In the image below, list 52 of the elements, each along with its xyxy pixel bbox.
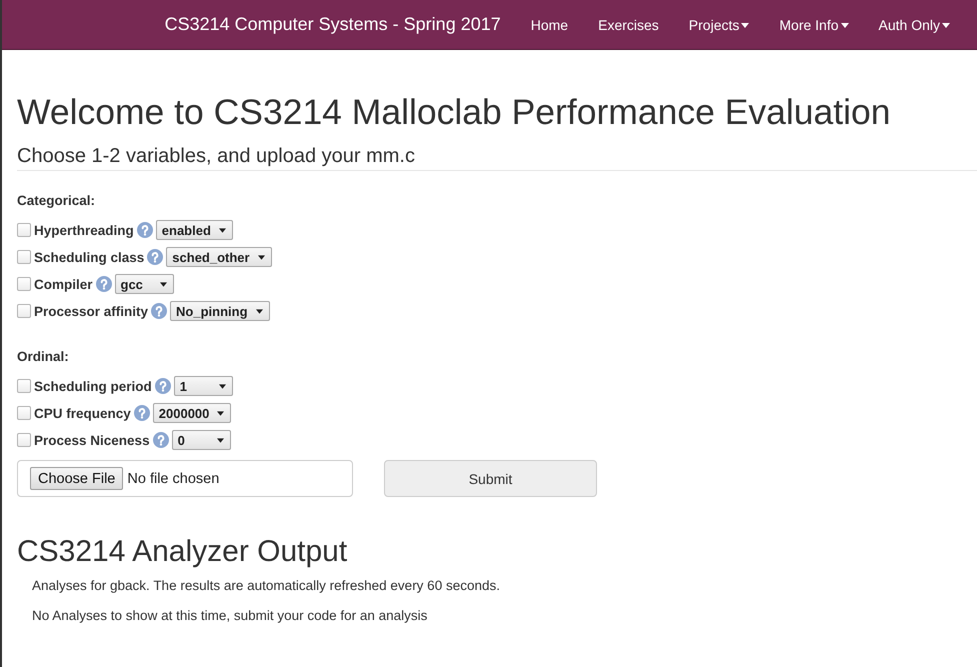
- nav-link[interactable]: Home: [516, 16, 584, 32]
- variable-label: CPU frequency: [34, 406, 131, 420]
- nav-link[interactable]: Exercises: [583, 16, 674, 32]
- nav-link[interactable]: Projects: [674, 16, 764, 32]
- help-icon[interactable]: [147, 249, 164, 265]
- dropdown-select[interactable]: 1: [174, 376, 233, 396]
- checkbox[interactable]: [17, 277, 31, 291]
- help-icon[interactable]: [152, 432, 169, 448]
- status-message: Analyses for gback. The results are automatically refreshed every 60 seconds.: [32, 577, 501, 595]
- help-icon[interactable]: [151, 303, 168, 319]
- variable-label: Process Niceness: [34, 432, 150, 448]
- caret-icon: [216, 438, 224, 442]
- page-title: Welcome to CS3214 Malloclab Performance Evaluation: [17, 92, 892, 132]
- checkbox[interactable]: [17, 406, 31, 420]
- section-heading: Categorical:: [17, 192, 96, 210]
- help-icon[interactable]: [134, 405, 150, 421]
- site-title-link[interactable]: CS3214 Computer Systems - Spring 2017: [150, 14, 516, 35]
- caret-icon: [256, 308, 263, 314]
- caret-icon: [258, 254, 265, 260]
- page-subtitle: Choose 1-2 variables, and upload your mm.c: [17, 145, 416, 167]
- checkbox[interactable]: [17, 304, 31, 318]
- choose-file-button[interactable]: Choose File: [30, 467, 124, 490]
- dropdown-select[interactable]: sched_other: [166, 247, 272, 267]
- dropdown-select[interactable]: 2000000: [152, 403, 232, 423]
- file-input-field[interactable]: Choose File No file chosen: [17, 460, 353, 497]
- caret-icon: [218, 228, 226, 232]
- caret-icon: [217, 410, 224, 416]
- help-icon[interactable]: [96, 276, 112, 292]
- dropdown-select[interactable]: gcc: [114, 274, 174, 294]
- variable-label: Hyperthreading: [34, 222, 134, 238]
- caret-icon: [218, 384, 226, 388]
- status-message: No Analyses to show at this time, submit your code for an analysis: [32, 607, 428, 625]
- section-title: CS3214 Analyzer Output: [17, 535, 348, 568]
- variable-label: Compiler: [34, 276, 93, 292]
- variable-label: Scheduling class: [34, 250, 144, 264]
- dropdown-select[interactable]: enabled: [156, 220, 233, 240]
- submit-button[interactable]: Submit: [384, 460, 597, 497]
- variable-label: Scheduling period: [34, 378, 152, 394]
- section-heading: Ordinal:: [17, 348, 70, 366]
- checkbox[interactable]: [17, 433, 31, 447]
- nav-link[interactable]: More Info: [764, 16, 864, 32]
- caret-icon: [160, 282, 167, 286]
- checkbox[interactable]: [17, 223, 31, 237]
- file-status-text: No file chosen: [127, 470, 220, 486]
- help-icon[interactable]: [154, 378, 171, 394]
- checkbox[interactable]: [17, 250, 31, 264]
- dropdown-select[interactable]: No_pinning: [170, 301, 270, 321]
- help-icon[interactable]: [136, 222, 153, 238]
- variable-label: Processor affinity: [34, 304, 148, 318]
- dropdown-select[interactable]: 0: [172, 430, 231, 450]
- nav-link[interactable]: Auth Only: [864, 16, 965, 32]
- checkbox[interactable]: [17, 379, 31, 393]
